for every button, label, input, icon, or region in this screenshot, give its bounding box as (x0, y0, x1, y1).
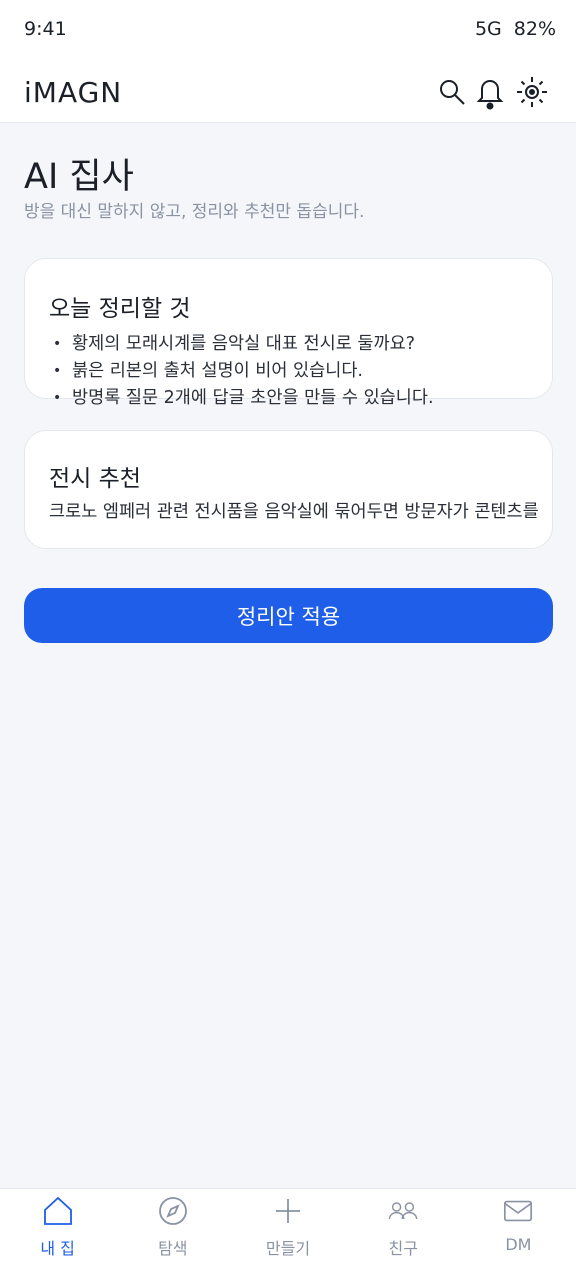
friends-icon (387, 1195, 419, 1227)
list-item[interactable]: 방명록 질문 2개에 답글 초안을 만들 수 있습니다. (51, 385, 571, 412)
home-icon (42, 1195, 74, 1227)
bottom-tab-bar: 내 집 탐색 만들기 친구 DM (0, 1188, 576, 1280)
apply-plan-button[interactable]: 정리안 적용 (24, 588, 553, 643)
today-tasks-card: 오늘 정리할 것 황제의 모래시계를 음악실 대표 전시로 둘까요? 붉은 리본… (24, 258, 553, 412)
app-brand: iMAGN (24, 76, 123, 109)
bell-icon[interactable] (472, 72, 508, 112)
tab-label: 내 집 (40, 1239, 75, 1258)
plus-icon (272, 1195, 304, 1227)
compass-icon (157, 1195, 189, 1227)
tab-home[interactable]: 내 집 (0, 1189, 115, 1280)
tab-dm[interactable]: DM (461, 1189, 576, 1280)
status-indicators: 5G 82% (475, 18, 556, 40)
tab-explore[interactable]: 탐색 (115, 1189, 230, 1280)
tab-label: 만들기 (265, 1239, 311, 1258)
network-indicator: 5G (474, 18, 502, 40)
tab-label: DM (505, 1235, 532, 1254)
status-time: 9:41 (24, 18, 67, 40)
exhibit-recommendation-card[interactable]: 전시 추천 크로노 엠페러 관련 전시품을 음악실에 묶어두면 방문자가 콘텐츠… (24, 430, 553, 549)
top-bar: 9:41 5G 82% iMAGN (0, 0, 576, 123)
battery-indicator: 82% (513, 18, 556, 40)
mail-icon (502, 1195, 534, 1227)
list-item[interactable]: 붉은 리본의 출처 설명이 비어 있습니다. (51, 358, 571, 385)
tab-label: 탐색 (158, 1239, 188, 1258)
page-title: AI 집사 (24, 157, 134, 197)
recommendation-text: 크로노 엠페러 관련 전시품을 음악실에 묶어두면 방문자가 콘텐츠를 (49, 502, 539, 522)
list-item[interactable]: 황제의 모래시계를 음악실 대표 전시로 둘까요? (51, 331, 571, 358)
page-subtitle: 방을 대신 말하지 않고, 정리와 추천만 돕습니다. (24, 202, 365, 222)
brightness-icon[interactable] (514, 72, 550, 112)
recommendation-title: 전시 추천 (49, 466, 141, 492)
tab-label: 친구 (388, 1239, 418, 1258)
tab-friends[interactable]: 친구 (346, 1189, 461, 1280)
today-tasks-list: 황제의 모래시계를 음악실 대표 전시로 둘까요? 붉은 리본의 출처 설명이 … (51, 331, 571, 412)
today-tasks-title: 오늘 정리할 것 (49, 296, 191, 322)
tab-create[interactable]: 만들기 (230, 1189, 345, 1280)
search-icon[interactable] (434, 72, 470, 112)
